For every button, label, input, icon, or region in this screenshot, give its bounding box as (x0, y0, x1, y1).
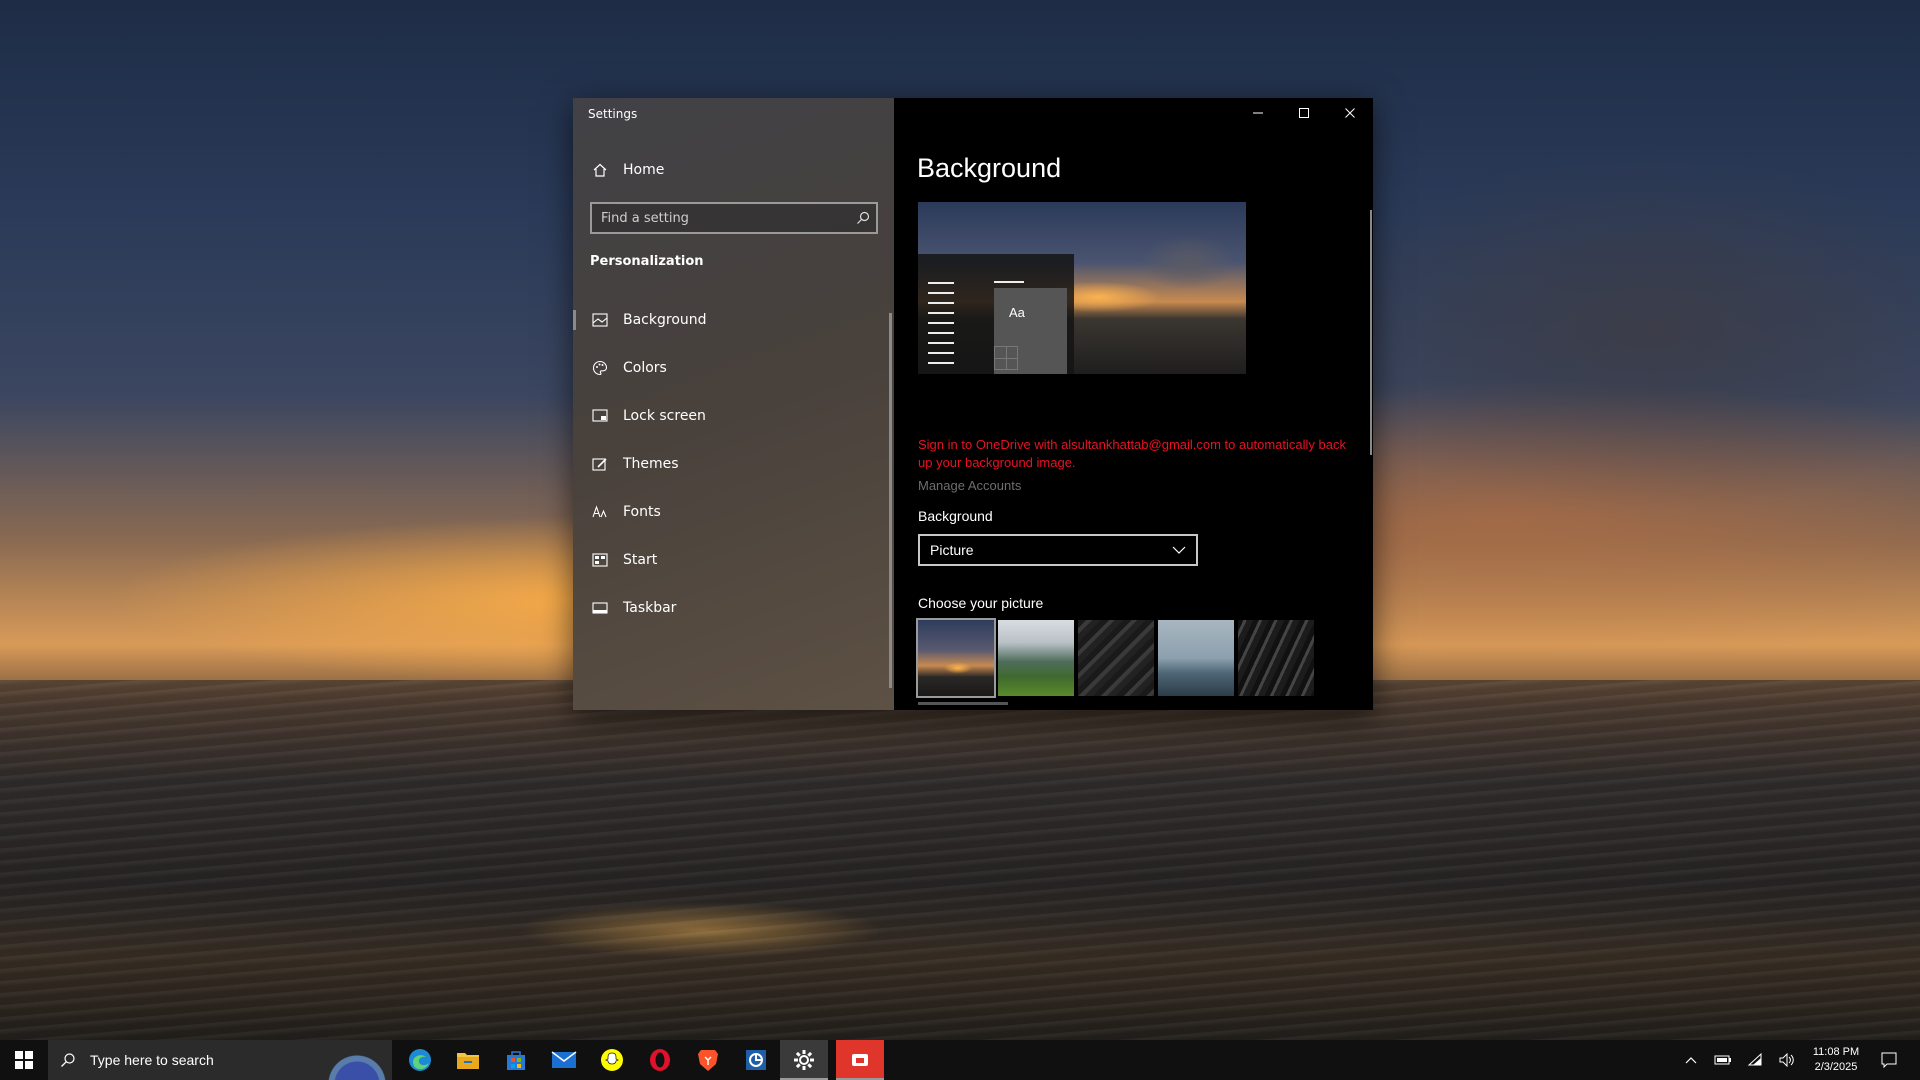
choose-picture-label: Choose your picture (918, 595, 1044, 611)
background-type-value: Picture (930, 542, 974, 558)
section-title: Personalization (590, 254, 704, 269)
search-highlight-art (312, 1040, 392, 1080)
sidebar-item-taskbar[interactable]: Taskbar (573, 588, 894, 628)
background-type-dropdown[interactable]: Picture (918, 534, 1198, 566)
preview-bar (994, 281, 1024, 283)
start-icon (591, 551, 609, 569)
settings-icon[interactable] (780, 1040, 828, 1080)
taskbar: Type here to search 11:08 PM 2/3/2025 (0, 1040, 1920, 1080)
picture-thumbnail-sunset[interactable] (916, 618, 996, 698)
picture-thumbnail-mountains[interactable] (998, 620, 1074, 696)
clock-date: 2/3/2025 (1814, 1061, 1858, 1073)
sidebar-item-start[interactable]: Start (573, 540, 894, 580)
main-content: Background Aa Sign in to OneDrive with a… (894, 98, 1373, 710)
sidebar-item-themes[interactable]: Themes (573, 444, 894, 484)
sidebar-item-label: Themes (623, 456, 679, 472)
sidebar: Settings Home Personalization Background (573, 98, 894, 710)
font-icon (591, 503, 609, 521)
picture-thumbnail-pier[interactable] (1158, 620, 1234, 696)
edge-icon[interactable] (396, 1040, 444, 1080)
chevron-down-icon (1172, 542, 1186, 558)
background-type-label: Background (918, 508, 993, 524)
page-title: Background (917, 153, 1062, 183)
sidebar-item-fonts[interactable]: Fonts (573, 492, 894, 532)
sidebar-item-label: Taskbar (623, 600, 677, 616)
taskbar-clock[interactable]: 11:08 PM 2/3/2025 (1800, 1045, 1872, 1075)
mail-icon[interactable] (540, 1040, 588, 1080)
volume-icon[interactable] (1774, 1040, 1800, 1080)
home-nav-item[interactable]: Home (573, 150, 894, 190)
background-preview: Aa (918, 202, 1246, 374)
snapchat-icon[interactable] (588, 1040, 636, 1080)
picture-thumbnail-rock[interactable] (1078, 620, 1154, 696)
preview-menu-lines (928, 282, 954, 372)
wallpaper-sea (0, 680, 1920, 1040)
find-setting-search[interactable] (590, 202, 878, 234)
app-icon[interactable] (732, 1040, 780, 1080)
home-icon (591, 161, 609, 179)
windows-logo-icon (15, 1051, 33, 1069)
sidebar-item-label: Background (623, 312, 707, 328)
settings-window: Settings Home Personalization Background (573, 98, 1373, 710)
preview-window-mock (918, 254, 1074, 374)
sidebar-item-background[interactable]: Background (573, 300, 894, 340)
main-scrollbar[interactable] (1370, 210, 1372, 455)
start-button[interactable] (0, 1040, 48, 1080)
preview-sample-text: Aa (1009, 305, 1025, 320)
file-explorer-icon[interactable] (444, 1040, 492, 1080)
horizontal-scroll-indicator (918, 702, 1008, 705)
store-icon[interactable] (492, 1040, 540, 1080)
sidebar-item-lock-screen[interactable]: Lock screen (573, 396, 894, 436)
show-hidden-icons-chevron-icon[interactable] (1678, 1040, 1704, 1080)
sidebar-item-label: Lock screen (623, 408, 706, 424)
manage-accounts-link[interactable]: Manage Accounts (918, 478, 1021, 493)
anydesk-icon[interactable] (836, 1040, 884, 1080)
palette-icon (591, 359, 609, 377)
battery-icon[interactable] (1710, 1040, 1736, 1080)
onedrive-message: Sign in to OneDrive with alsultankhattab… (918, 437, 1346, 470)
search-icon[interactable] (850, 211, 876, 225)
sidebar-item-label: Start (623, 552, 658, 568)
sidebar-scrollbar[interactable] (889, 313, 892, 688)
search-icon (60, 1052, 82, 1068)
taskbar-search-placeholder: Type here to search (90, 1052, 214, 1068)
taskbar-search-box[interactable]: Type here to search (48, 1040, 392, 1080)
sidebar-item-label: Fonts (623, 504, 661, 520)
notification-center-icon[interactable] (1876, 1040, 1902, 1080)
lock-screen-icon (591, 407, 609, 425)
opera-icon[interactable] (636, 1040, 684, 1080)
picture-icon (591, 311, 609, 329)
picture-thumbnail-texture[interactable] (1238, 620, 1314, 696)
clock-time: 11:08 PM (1812, 1046, 1860, 1058)
taskbar-icon (591, 599, 609, 617)
preview-grid (994, 346, 1018, 370)
home-label: Home (623, 162, 665, 178)
brush-icon (591, 455, 609, 473)
wifi-icon[interactable] (1742, 1040, 1768, 1080)
find-setting-input[interactable] (592, 210, 850, 226)
sidebar-item-colors[interactable]: Colors (573, 348, 894, 388)
sidebar-item-label: Colors (623, 360, 667, 376)
window-title: Settings (588, 107, 638, 121)
brave-icon[interactable] (684, 1040, 732, 1080)
